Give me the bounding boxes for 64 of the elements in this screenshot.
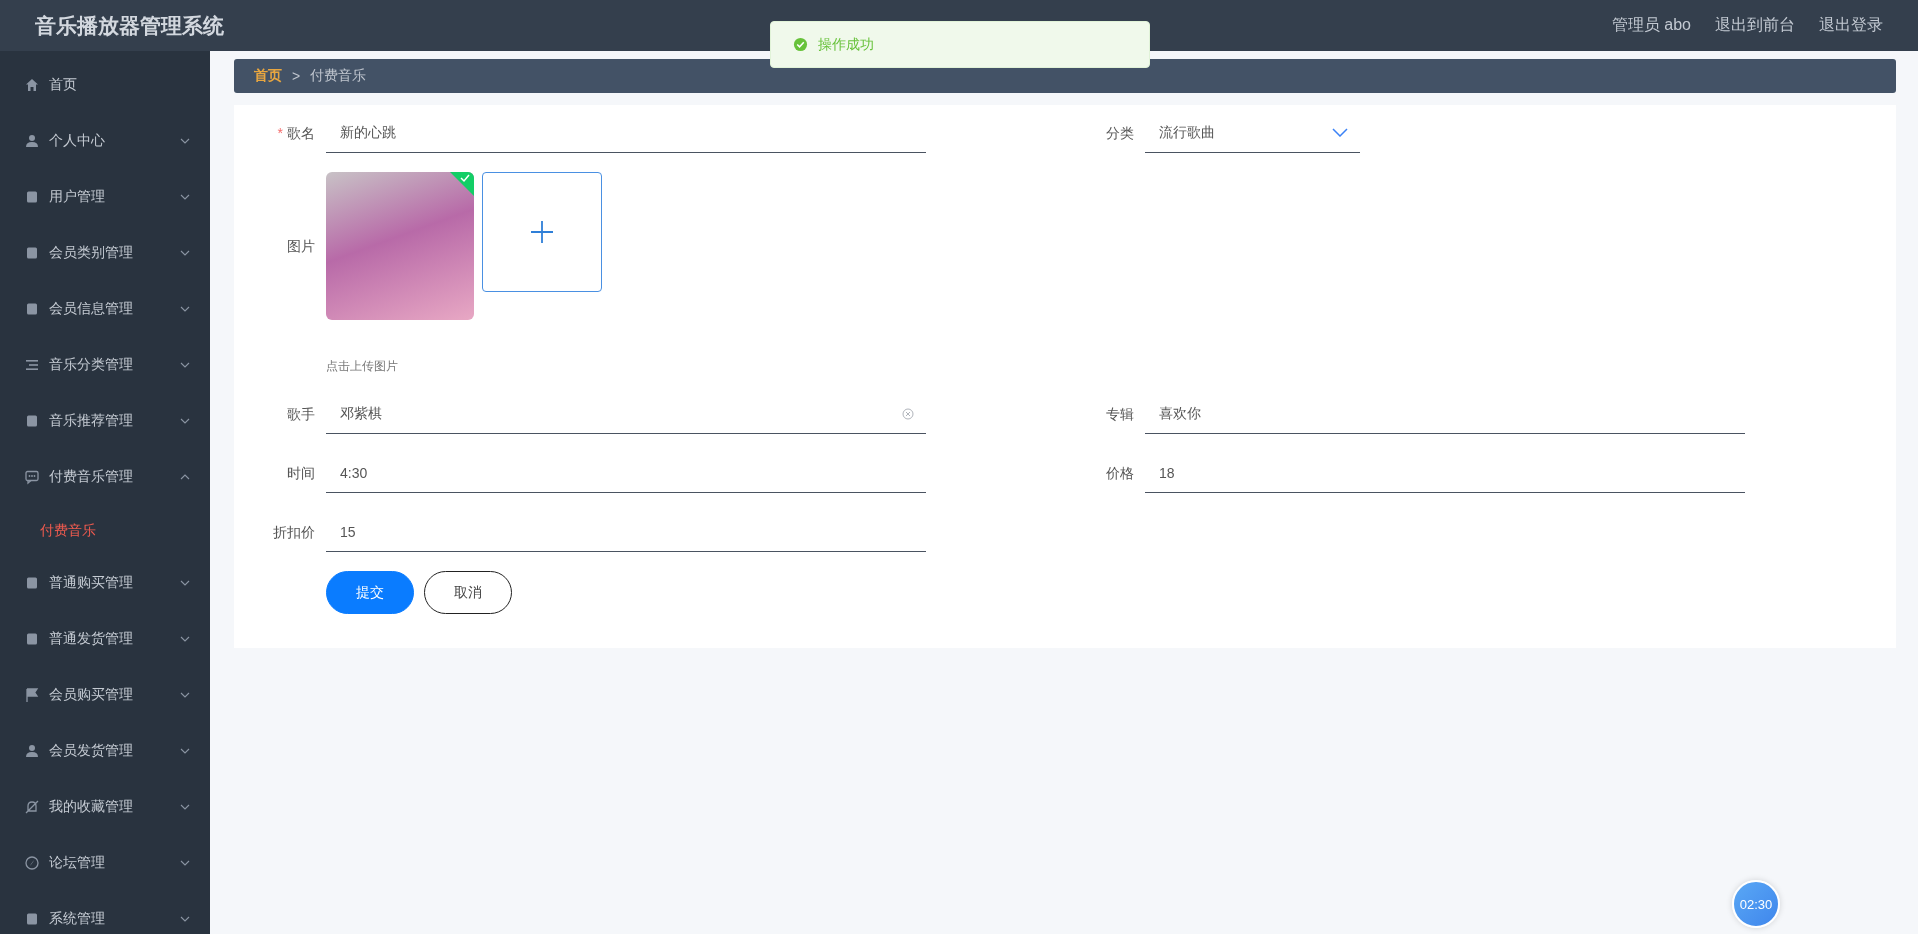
input-field[interactable]: 喜欢你 [1145, 394, 1745, 434]
input-field[interactable]: 新的心跳 [326, 113, 926, 153]
required-mark: * [277, 125, 283, 141]
submit-button[interactable]: 提交 [326, 571, 414, 614]
check-circle-icon [793, 37, 808, 52]
menu-item-icon [24, 413, 40, 429]
app-title: 音乐播放器管理系统 [35, 12, 224, 39]
sidebar-item[interactable]: 用户管理 [0, 169, 210, 225]
upload-hint: 点击上传图片 [326, 358, 399, 375]
header-link[interactable]: 退出登录 [1819, 15, 1883, 36]
header-link[interactable]: 退出到前台 [1715, 15, 1795, 36]
field-label: 分类 [1106, 125, 1134, 141]
sidebar-item[interactable]: 首页 [0, 57, 210, 113]
breadcrumb-link[interactable]: 首页 [254, 67, 282, 85]
breadcrumb-link[interactable]: 付费音乐 [310, 67, 367, 85]
sidebar-item[interactable]: 会员类别管理 [0, 225, 210, 281]
menu-item-icon [24, 189, 40, 205]
menu-item-icon [24, 245, 40, 261]
menu-item-icon [24, 799, 40, 815]
input-field[interactable]: 邓紫棋 [326, 394, 926, 434]
sidebar-item[interactable]: 我的收藏管理 [0, 779, 210, 835]
menu-item-icon [24, 133, 40, 149]
success-check-icon [450, 172, 474, 196]
plus-icon [530, 220, 554, 244]
clear-icon[interactable] [902, 407, 914, 420]
upload-button[interactable] [482, 172, 602, 292]
chevron-down-icon [1332, 128, 1348, 137]
field-label: 价格 [1106, 465, 1134, 481]
sidebar-item[interactable]: 会员购买管理 [0, 667, 210, 723]
menu-item-icon [24, 77, 40, 93]
field-label: 图片 [287, 238, 315, 254]
menu-item-icon [24, 855, 40, 871]
sidebar-item[interactable]: 系统管理 [0, 891, 210, 934]
field-label: 折扣价 [273, 524, 315, 540]
menu-item-icon [24, 631, 40, 647]
select-field[interactable]: 流行歌曲 [1145, 113, 1360, 153]
input-field[interactable]: 15 [326, 512, 926, 552]
menu-item-icon [24, 743, 40, 759]
menu-item-icon [24, 357, 40, 373]
cancel-button[interactable]: 取消 [424, 571, 512, 614]
menu-item-icon [24, 575, 40, 591]
header-link[interactable]: 管理员 abo [1611, 15, 1691, 36]
menu-item-icon [24, 469, 40, 485]
input-field[interactable]: 4:30 [326, 453, 926, 493]
sidebar-subitem[interactable]: 付费音乐 [0, 505, 210, 555]
menu-item-icon [24, 911, 40, 927]
sidebar-item[interactable]: 会员发货管理 [0, 723, 210, 779]
field-label: 专辑 [1106, 406, 1134, 422]
input-field[interactable]: 18 [1145, 453, 1745, 493]
sidebar-item[interactable]: 论坛管理 [0, 835, 210, 891]
sidebar-item[interactable]: 付费音乐管理 [0, 449, 210, 505]
sidebar-item[interactable]: 音乐推荐管理 [0, 393, 210, 449]
menu-item-icon [24, 301, 40, 317]
field-label: 歌名 [287, 125, 315, 141]
sidebar-item[interactable]: 普通发货管理 [0, 611, 210, 667]
toast-message: 操作成功 [818, 35, 874, 54]
sidebar-item[interactable]: 普通购买管理 [0, 555, 210, 611]
menu-item-icon [24, 687, 40, 703]
sidebar-item[interactable]: 会员信息管理 [0, 281, 210, 337]
breadcrumb-separator: > [292, 68, 301, 84]
sidebar-item[interactable]: 音乐分类管理 [0, 337, 210, 393]
field-label: 时间 [287, 465, 315, 481]
field-label: 歌手 [287, 406, 315, 422]
sidebar-item[interactable]: 个人中心 [0, 113, 210, 169]
